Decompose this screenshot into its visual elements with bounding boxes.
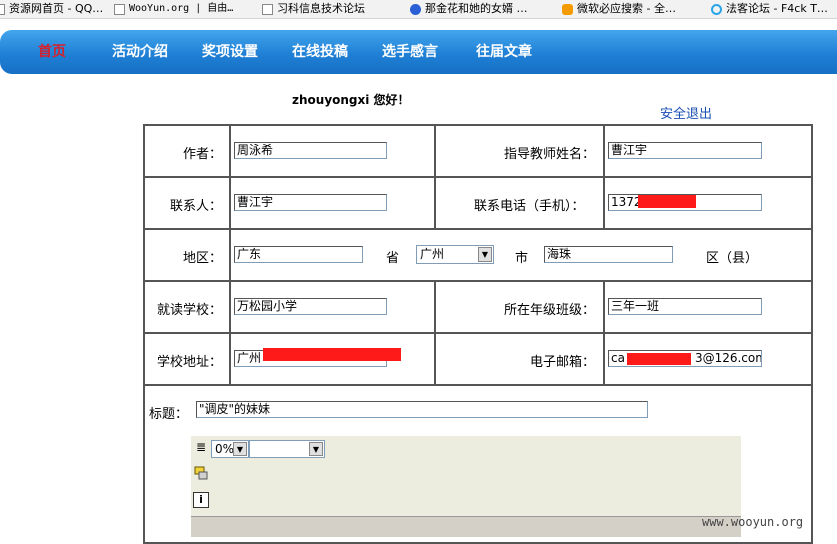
author-label-cell: 作者： [143, 124, 231, 178]
grade-label: 所在年级班级： [504, 303, 596, 318]
email-value-start: ca [611, 351, 625, 365]
phone-input-cell: 1372 [603, 176, 813, 230]
chevron-down-icon: ▼ [478, 247, 492, 262]
region-input-cell: 广东 省 广州 ▼ 市 海珠 区（县） [229, 228, 813, 282]
author-label: 作者： [183, 147, 223, 162]
city-select-value: 广州 [420, 247, 445, 261]
school-label: 就读学校： [157, 303, 223, 318]
phone-label: 联系电话（手机）： [474, 199, 585, 214]
chevron-down-icon: ▼ [309, 442, 323, 456]
bookmark-item[interactable]: 微软必应搜索 - 全… [562, 1, 676, 17]
teacher-input-cell: 曹江宇 [603, 124, 813, 178]
author-input-cell: 周泳希 [229, 124, 436, 178]
district-field[interactable]: 海珠 [544, 246, 673, 263]
contact-label-cell: 联系人： [143, 176, 231, 230]
align-lines-icon[interactable]: ≣ [193, 440, 209, 456]
page-icon [262, 3, 273, 15]
bookmark-label: 微软必应搜索 - 全… [577, 2, 676, 15]
city-unit: 市 [515, 251, 529, 266]
main-nav: 首页 活动介绍 奖项设置 在线投稿 选手感言 往届文章 [0, 30, 837, 74]
editor-content-area[interactable] [191, 516, 741, 537]
submission-form: 作者： 周泳希 指导教师姓名： 曹江宇 联系人： 曹江宇 联系电话（手机）： 1… [143, 124, 813, 544]
school-label-cell: 就读学校： [143, 280, 231, 334]
province-unit: 省 [386, 251, 400, 266]
bookmark-item[interactable]: 习科信息技术论坛 [262, 1, 365, 17]
contact-label: 联系人： [170, 199, 223, 214]
district-unit: 区（县） [706, 251, 759, 266]
title-label: 标题： [149, 407, 189, 422]
info-icon[interactable]: i [193, 492, 209, 508]
watermark: www.wooyun.org [702, 515, 804, 529]
address-label: 学校地址： [157, 355, 223, 370]
logout-link[interactable]: 安全退出 [660, 103, 712, 122]
grade-field[interactable]: 三年一班 [608, 298, 762, 315]
bookmark-item[interactable]: 资源网首页 - QQ… [0, 1, 103, 17]
email-redaction [627, 353, 691, 365]
grade-input-cell: 三年一班 [603, 280, 813, 334]
nav-testimonials[interactable]: 选手感言 [382, 42, 438, 62]
nav-past-articles[interactable]: 往届文章 [476, 42, 532, 62]
bookmark-label: 资源网首页 - QQ… [9, 2, 104, 15]
email-label-cell: 电子邮箱： [434, 332, 605, 386]
q-icon [711, 3, 722, 15]
contact-field[interactable]: 曹江宇 [234, 194, 387, 211]
bookmark-label: 法客论坛 - F4ck T… [726, 2, 828, 15]
province-field[interactable]: 广东 [234, 246, 363, 263]
font-select[interactable]: ▼ [249, 440, 325, 458]
bing-s-icon [562, 3, 573, 15]
bookmark-label: WooYun.org | 自由… [129, 3, 234, 14]
page-icon [0, 3, 5, 15]
school-input-cell: 万松园小学 [229, 280, 436, 334]
grade-label-cell: 所在年级班级： [434, 280, 605, 334]
teacher-label: 指导教师姓名： [504, 147, 596, 162]
nav-awards[interactable]: 奖项设置 [202, 42, 258, 62]
email-label: 电子邮箱： [530, 355, 596, 370]
bookmark-item[interactable]: WooYun.org | 自由… [114, 1, 233, 17]
school-field[interactable]: 万松园小学 [234, 298, 387, 315]
comment-icon[interactable] [193, 466, 209, 482]
address-label-cell: 学校地址： [143, 332, 231, 386]
email-value-end: 3@126.com [694, 351, 762, 365]
bookmarks-bar: 资源网首页 - QQ… WooYun.org | 自由… 习科信息技术论坛 那金… [0, 0, 837, 19]
nav-home[interactable]: 首页 [38, 42, 66, 62]
email-input-cell: ca 3@126.com [603, 332, 813, 386]
zoom-select[interactable]: 0% ▼ [211, 440, 249, 458]
rich-text-editor: ≣ 0% ▼ ▼ i [191, 436, 741, 537]
chevron-down-icon: ▼ [233, 442, 247, 456]
region-label: 地区： [183, 251, 223, 266]
baidu-paw-icon [410, 3, 421, 15]
page-icon [114, 3, 125, 15]
nav-submit-online[interactable]: 在线投稿 [292, 42, 348, 62]
bookmark-label: 那金花和她的女婿 … [425, 2, 528, 15]
bookmark-item[interactable]: 法客论坛 - F4ck T… [711, 1, 828, 17]
greeting-text: zhouyongxi 您好！ [292, 93, 410, 107]
author-field[interactable]: 周泳希 [234, 142, 387, 159]
nav-activity-intro[interactable]: 活动介绍 [112, 42, 168, 62]
title-field[interactable]: "调皮"的妹妹 [196, 401, 648, 418]
phone-label-cell: 联系电话（手机）： [434, 176, 605, 230]
region-label-cell: 地区： [143, 228, 231, 282]
city-select[interactable]: 广州 ▼ [416, 245, 494, 264]
teacher-label-cell: 指导教师姓名： [434, 124, 605, 178]
phone-redaction [638, 195, 696, 208]
contact-input-cell: 曹江宇 [229, 176, 436, 230]
address-redaction [263, 348, 401, 361]
bookmark-item[interactable]: 那金花和她的女婿 … [410, 1, 528, 17]
zoom-select-value: 0% [215, 442, 235, 456]
address-input-cell: 广州 [229, 332, 436, 386]
teacher-field[interactable]: 曹江宇 [608, 142, 762, 159]
bookmark-label: 习科信息技术论坛 [277, 2, 365, 15]
